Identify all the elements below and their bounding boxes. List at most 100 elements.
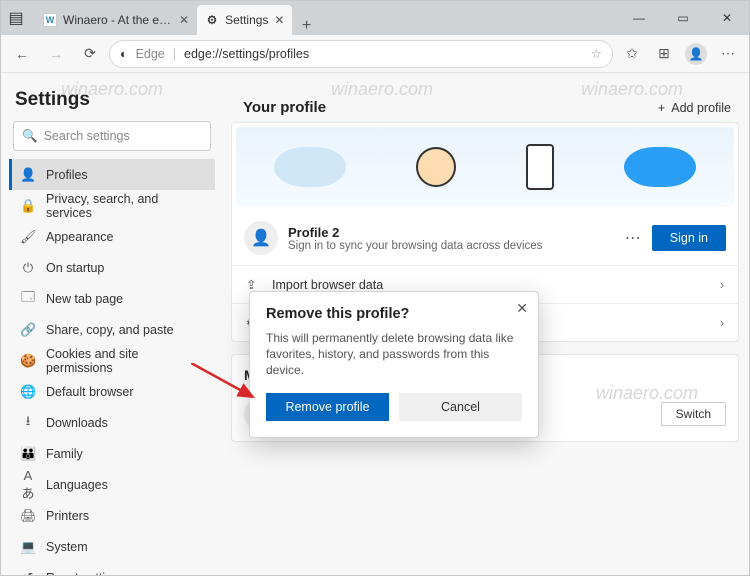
collections-button[interactable]: ⊞ — [649, 39, 679, 69]
nav-icon: Aあ — [20, 468, 36, 502]
nav-icon: 🌐 — [20, 384, 36, 400]
sidebar-item-printers[interactable]: 🖨 Printers — [9, 500, 215, 531]
sign-in-button[interactable]: Sign in — [652, 225, 726, 251]
nav-label: Cookies and site permissions — [46, 347, 207, 375]
search-placeholder: Search settings — [44, 129, 130, 143]
search-settings-input[interactable]: 🔍 Search settings — [13, 121, 211, 151]
content-area: winaero.com winaero.com winaero.com wina… — [1, 73, 749, 575]
tab-title: Winaero - At the edge of tweaki — [63, 13, 173, 27]
settings-sidebar: Settings 🔍 Search settings 👤 Profiles 🔒 Pri… — [1, 73, 223, 575]
nav-label: Languages — [46, 478, 108, 492]
tab-winaero[interactable]: W Winaero - At the edge of tweaki ✕ — [35, 5, 197, 35]
add-profile-button[interactable]: + Add profile — [658, 101, 731, 115]
nav-icon: 🔒 — [20, 198, 36, 214]
profile-subtitle: Sign in to sync your browsing data acros… — [288, 240, 615, 252]
nav-icon: 👤 — [20, 167, 36, 183]
sidebar-item-cookies-and-site-permissions[interactable]: 🍪 Cookies and site permissions — [9, 345, 215, 376]
sidebar-item-downloads[interactable]: ⭳ Downloads — [9, 407, 215, 438]
dialog-body: This will permanently delete browsing da… — [266, 330, 522, 379]
search-icon: 🔍 — [22, 129, 38, 144]
nav-label: Downloads — [46, 416, 108, 430]
nav-icon: ⏻ — [20, 260, 36, 276]
profile-hero-illustration — [236, 127, 734, 207]
close-icon[interactable]: ✕ — [274, 13, 284, 27]
dialog-title: Remove this profile? — [266, 306, 522, 322]
cancel-button[interactable]: Cancel — [399, 393, 522, 421]
settings-heading: Settings — [15, 89, 209, 111]
nav-icon: 🗔 — [20, 288, 36, 310]
nav-label: Family — [46, 447, 83, 461]
nav-label: On startup — [46, 261, 104, 275]
url-scheme: Edge — [136, 47, 165, 61]
nav-icon: 🔗 — [20, 322, 36, 338]
back-button[interactable]: ← — [7, 39, 37, 69]
dialog-close-button[interactable]: ✕ — [516, 300, 528, 317]
nav-label: Appearance — [46, 230, 113, 244]
switch-profile-button[interactable]: Switch — [661, 402, 726, 426]
row-label: Import browser data — [272, 278, 383, 292]
nav-icon: 💻 — [20, 539, 36, 555]
nav-label: Profiles — [46, 168, 88, 182]
sidebar-item-system[interactable]: 💻System — [9, 531, 215, 562]
browser-window: ▤ W Winaero - At the edge of tweaki ✕ ⚙ … — [0, 0, 750, 576]
your-profile-heading: Your profile — [243, 99, 326, 116]
sidebar-item-privacy-search-and-services[interactable]: 🔒 Privacy, search, and services — [9, 190, 215, 221]
sidebar-item-on-startup[interactable]: ⏻ On startup — [9, 252, 215, 283]
tab-title: Settings — [225, 13, 268, 27]
tab-actions-icon[interactable]: ▤ — [1, 1, 31, 35]
cloud-icon — [274, 147, 346, 187]
nav-label: Reset settings — [46, 571, 125, 576]
settings-nav: 👤Profiles🔒Privacy, search, and services🖌… — [9, 159, 215, 575]
add-profile-label: Add profile — [671, 101, 731, 115]
favorites-button[interactable]: ✩ — [617, 39, 647, 69]
plus-icon: + — [658, 101, 665, 115]
window-controls: — ▭ ✕ — [617, 1, 749, 35]
site-identity-icon: ◐ — [120, 47, 128, 61]
nav-label: Privacy, search, and services — [46, 192, 207, 220]
remove-profile-button[interactable]: Remove profile — [266, 393, 389, 421]
nav-icon: ⭳ — [20, 412, 36, 434]
chevron-right-icon: › — [720, 316, 724, 330]
titlebar: ▤ W Winaero - At the edge of tweaki ✕ ⚙ … — [1, 1, 749, 35]
sidebar-item-share-copy-and-paste[interactable]: 🔗 Share, copy, and paste — [9, 314, 215, 345]
reading-mode-icon[interactable]: ☆ — [591, 46, 602, 61]
nav-icon: 🍪 — [20, 353, 36, 369]
sidebar-item-reset-settings[interactable]: ↺ Reset settings — [9, 562, 215, 575]
nav-icon: 🖌 — [20, 229, 36, 245]
cloud-icon — [624, 147, 696, 187]
new-tab-button[interactable]: + — [292, 17, 320, 35]
profile-button[interactable]: 👤 — [681, 39, 711, 69]
minimize-button[interactable]: — — [617, 1, 661, 35]
tab-settings[interactable]: ⚙ Settings ✕ — [197, 5, 292, 35]
sidebar-item-new-tab-page[interactable]: 🗔 New tab page — [9, 283, 215, 314]
nav-icon: 🖨 — [20, 508, 36, 524]
chevron-right-icon: › — [720, 278, 724, 292]
close-button[interactable]: ✕ — [705, 1, 749, 35]
nav-label: New tab page — [46, 292, 123, 306]
sidebar-item-languages[interactable]: Aあ Languages — [9, 469, 215, 500]
sidebar-item-profiles[interactable]: 👤 Profiles — [9, 159, 215, 190]
row-icon: ⇪ — [246, 277, 262, 292]
menu-button[interactable]: ⋯ — [713, 39, 743, 69]
person-illustration — [416, 147, 456, 187]
url-divider: | — [173, 47, 176, 61]
maximize-button[interactable]: ▭ — [661, 1, 705, 35]
close-icon[interactable]: ✕ — [179, 13, 189, 27]
sidebar-item-default-browser[interactable]: 🌐Default browser — [9, 376, 215, 407]
nav-icon: ↺ — [20, 570, 36, 576]
tab-strip: W Winaero - At the edge of tweaki ✕ ⚙ Se… — [31, 1, 617, 35]
profile-name: Profile 2 — [288, 225, 615, 240]
nav-label: Printers — [46, 509, 89, 523]
avatar-icon: 👤 — [244, 221, 278, 255]
forward-button[interactable]: → — [41, 39, 71, 69]
favicon-winaero: W — [43, 13, 57, 27]
nav-label: Share, copy, and paste — [46, 323, 174, 337]
sidebar-item-appearance[interactable]: 🖌 Appearance — [9, 221, 215, 252]
toolbar: ← → ⟳ ◐ Edge | edge://settings/profiles … — [1, 35, 749, 73]
nav-icon: 👪 — [20, 446, 36, 462]
profile-more-button[interactable]: ⋯ — [625, 228, 642, 248]
address-bar[interactable]: ◐ Edge | edge://settings/profiles ☆ — [109, 40, 613, 68]
sidebar-item-family[interactable]: 👪 Family — [9, 438, 215, 469]
your-profile-header: Your profile + Add profile — [231, 87, 739, 122]
refresh-button[interactable]: ⟳ — [75, 39, 105, 69]
